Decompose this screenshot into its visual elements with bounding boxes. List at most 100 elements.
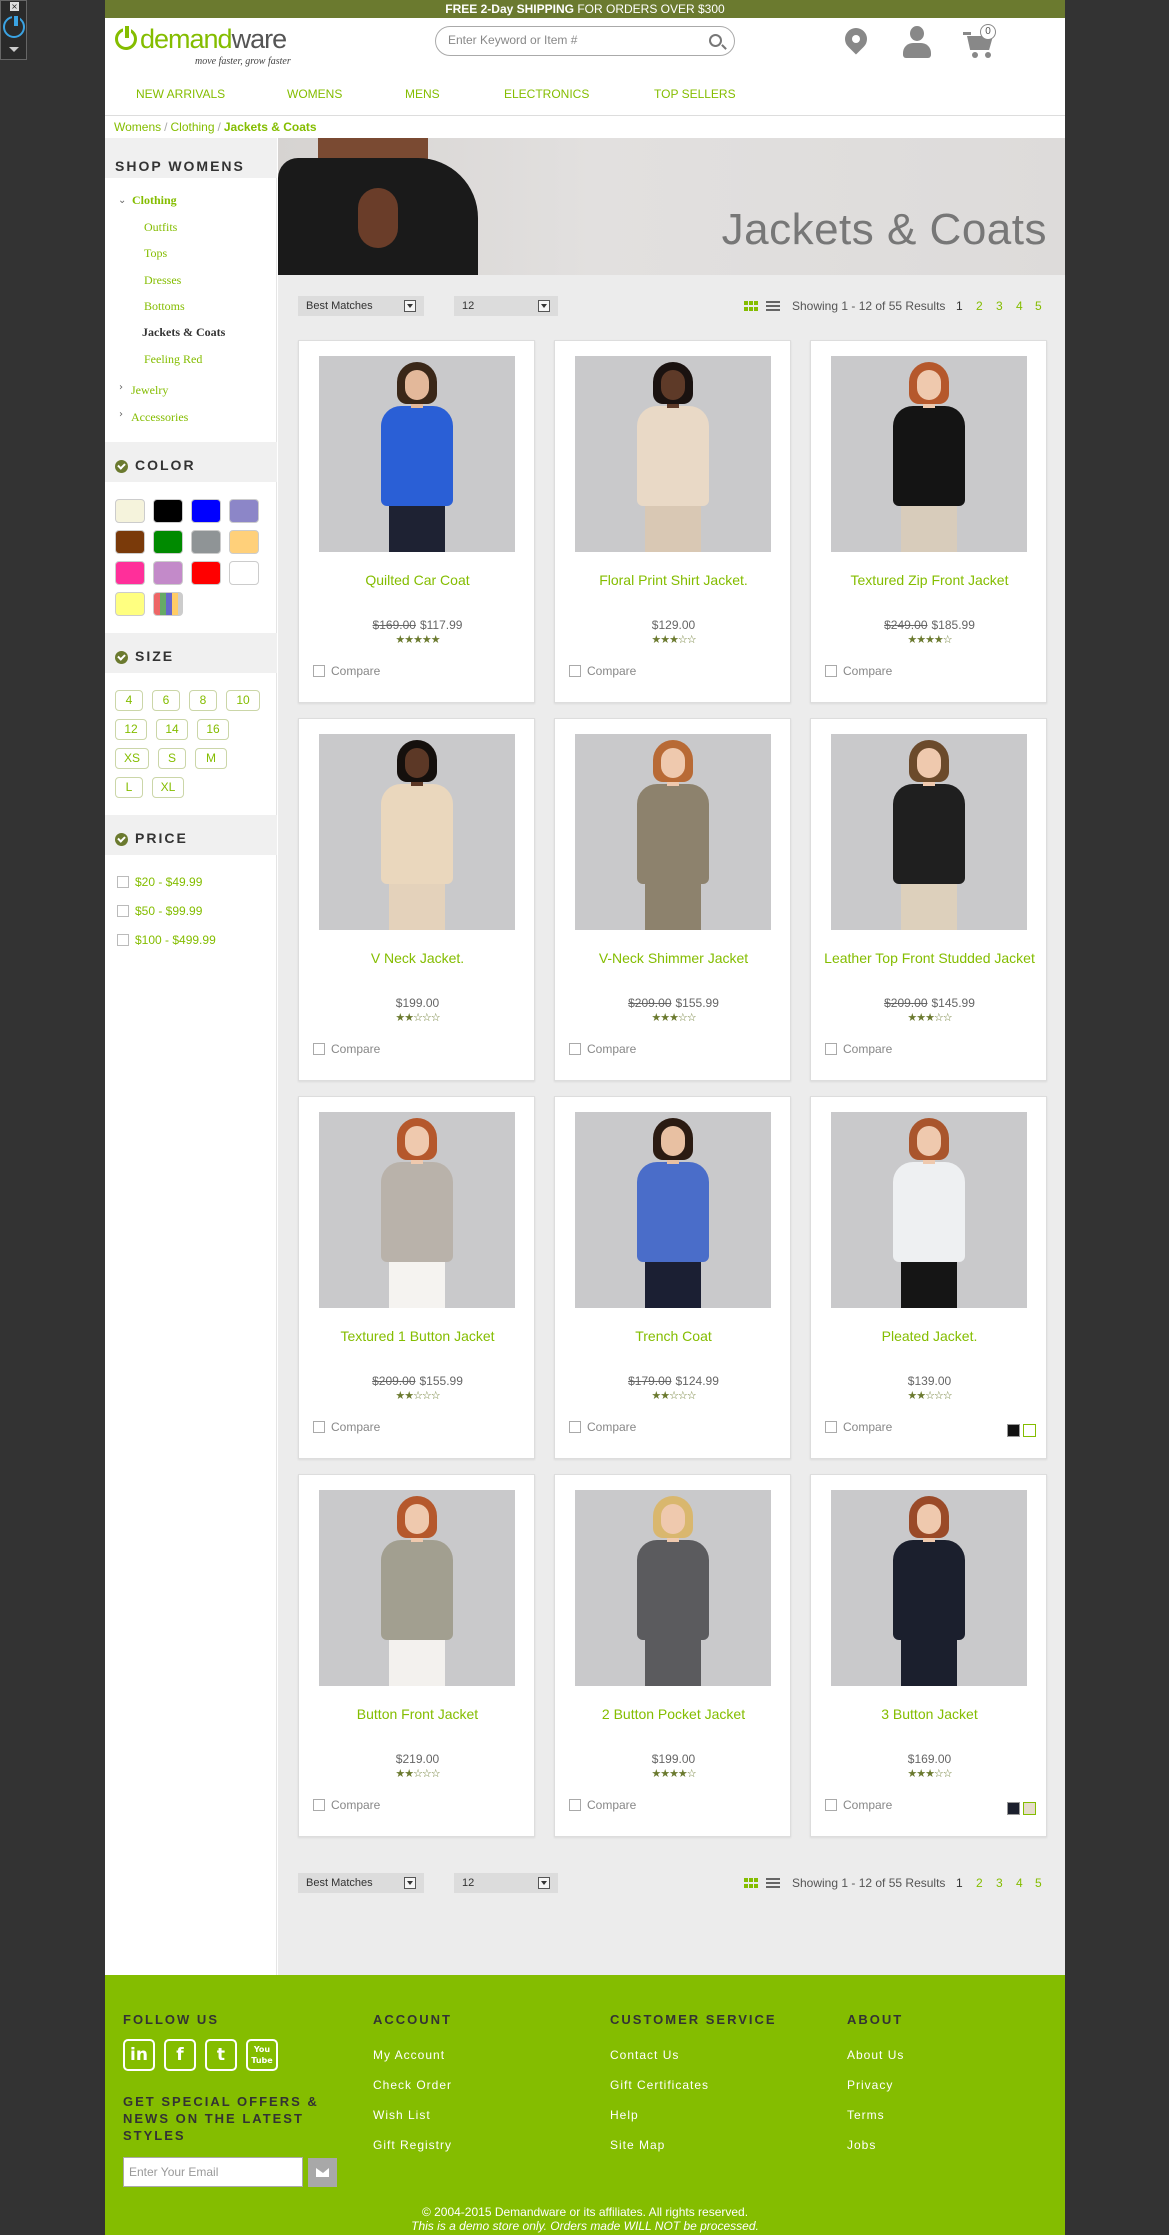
subcategory-outfits[interactable]: Outfits — [144, 220, 177, 235]
product-name[interactable]: Quilted Car Coat — [309, 571, 526, 589]
subcategory-tops[interactable]: Tops — [144, 246, 167, 261]
size-filter-header[interactable] — [105, 633, 277, 673]
product-name[interactable]: V-Neck Shimmer Jacket — [565, 949, 782, 967]
product-image[interactable] — [575, 734, 771, 930]
dropdown-arrow-icon[interactable] — [404, 1877, 416, 1889]
chevron-down-icon[interactable]: ⌄ — [118, 195, 126, 206]
product-image[interactable] — [575, 1490, 771, 1686]
product-image[interactable] — [831, 1112, 1027, 1308]
color-swatch[interactable] — [153, 561, 183, 585]
color-swatch[interactable] — [191, 561, 221, 585]
footer-link-help[interactable]: Help — [610, 2108, 639, 2122]
footer-link-gift-registry[interactable]: Gift Registry — [373, 2138, 452, 2152]
size-option[interactable]: 16 — [197, 719, 229, 740]
page-3[interactable]: 3 — [996, 1876, 1003, 1890]
nav-top-sellers[interactable]: TOP SELLERS — [654, 86, 736, 102]
category-clothing[interactable]: Clothing — [132, 193, 177, 208]
color-swatch[interactable] — [229, 561, 259, 585]
email-field[interactable] — [124, 2158, 294, 2186]
footer-link-check-order[interactable]: Check Order — [373, 2078, 452, 2092]
breadcrumb-clothing[interactable]: Clothing — [170, 120, 214, 134]
color-swatch[interactable] — [191, 530, 221, 554]
product-tile[interactable]: Trench Coat $179.00 $124.99 ★★☆☆☆ Compare — [554, 1096, 791, 1459]
color-swatch[interactable] — [115, 499, 145, 523]
youtube-icon[interactable]: You Tube — [246, 2039, 278, 2071]
size-option[interactable]: S — [158, 748, 186, 769]
product-name[interactable]: Textured Zip Front Jacket — [821, 571, 1038, 589]
category-jewelry[interactable]: Jewelry — [131, 383, 168, 398]
nav-electronics[interactable]: ELECTRONICS — [504, 86, 589, 102]
product-name[interactable]: V Neck Jacket. — [309, 949, 526, 967]
grid-view-icon[interactable] — [744, 301, 758, 311]
size-option[interactable]: L — [115, 777, 143, 798]
product-tile[interactable]: Pleated Jacket. $139.00 ★★☆☆☆ Compare — [810, 1096, 1047, 1459]
product-tile[interactable]: V-Neck Shimmer Jacket $209.00 $155.99 ★★★☆☆… — [554, 718, 791, 1081]
size-option[interactable]: 10 — [226, 690, 260, 711]
color-swatch[interactable] — [191, 499, 221, 523]
size-option[interactable]: 6 — [152, 690, 180, 711]
footer-link-jobs[interactable]: Jobs — [847, 2138, 876, 2152]
page-2[interactable]: 2 — [976, 1876, 983, 1890]
sort-select[interactable]: Best Matches — [298, 1873, 424, 1893]
color-swatch[interactable] — [115, 592, 145, 616]
page-size-select[interactable]: 12 — [454, 296, 558, 316]
list-view-icon[interactable] — [766, 301, 780, 311]
footer-link-privacy[interactable]: Privacy — [847, 2078, 893, 2092]
page-5[interactable]: 5 — [1035, 1876, 1042, 1890]
footer-link-gift-certificates[interactable]: Gift Certificates — [610, 2078, 709, 2092]
product-image[interactable] — [575, 1112, 771, 1308]
product-tile[interactable]: Leather Top Front Studded Jacket $209.00 $… — [810, 718, 1047, 1081]
page-4[interactable]: 4 — [1016, 1876, 1023, 1890]
logo[interactable]: demandware move faster, grow faster — [115, 24, 315, 84]
facebook-icon[interactable]: f — [164, 2039, 196, 2071]
page-2[interactable]: 2 — [976, 299, 983, 313]
product-image[interactable] — [575, 356, 771, 552]
product-tile[interactable]: Textured 1 Button Jacket $209.00 $155.99 ★★… — [298, 1096, 535, 1459]
product-image[interactable] — [831, 356, 1027, 552]
grid-view-icon[interactable] — [744, 1878, 758, 1888]
color-swatch[interactable] — [115, 530, 145, 554]
dropdown-arrow-icon[interactable] — [538, 300, 550, 312]
product-tile[interactable]: Button Front Jacket $219.00 ★★☆☆☆ Compare — [298, 1474, 535, 1837]
product-color-swatch[interactable] — [1023, 1424, 1036, 1437]
subcategory-jackets-coats[interactable]: Jackets & Coats — [142, 325, 225, 340]
product-color-swatch[interactable] — [1023, 1802, 1036, 1815]
power-icon[interactable] — [3, 14, 25, 38]
close-icon[interactable]: × — [10, 2, 19, 11]
product-tile[interactable]: 2 Button Pocket Jacket $199.00 ★★★★☆ Compar… — [554, 1474, 791, 1837]
search-input[interactable] — [448, 33, 698, 47]
size-option[interactable]: XS — [115, 748, 149, 769]
product-name[interactable]: Textured 1 Button Jacket — [309, 1327, 526, 1345]
dropdown-arrow-icon[interactable] — [538, 1877, 550, 1889]
nav-new-arrivals[interactable]: NEW ARRIVALS — [136, 86, 225, 102]
linkedin-icon[interactable]: in — [123, 2039, 155, 2071]
product-image[interactable] — [831, 1490, 1027, 1686]
product-tile[interactable]: Textured Zip Front Jacket $249.00 $185.99 ★… — [810, 340, 1047, 703]
product-name[interactable]: 2 Button Pocket Jacket — [565, 1705, 782, 1723]
page-4[interactable]: 4 — [1016, 299, 1023, 313]
product-color-swatch[interactable] — [1007, 1424, 1020, 1437]
product-name[interactable]: Floral Print Shirt Jacket. — [565, 571, 782, 589]
color-swatch[interactable] — [153, 592, 183, 616]
email-signup[interactable] — [123, 2157, 303, 2187]
subcategory-dresses[interactable]: Dresses — [144, 273, 181, 288]
product-image[interactable] — [831, 734, 1027, 930]
size-option[interactable]: 4 — [115, 690, 143, 711]
dropdown-arrow-icon[interactable] — [404, 300, 416, 312]
size-option[interactable]: 12 — [115, 719, 147, 740]
product-tile[interactable]: Floral Print Shirt Jacket. $129.00 ★★★☆☆ Co… — [554, 340, 791, 703]
product-image[interactable] — [319, 1112, 515, 1308]
system-widget[interactable]: × — [0, 0, 27, 60]
collapse-check-icon[interactable] — [115, 651, 128, 664]
price-filter-header[interactable] — [105, 815, 277, 855]
product-tile[interactable]: Quilted Car Coat $169.00 $117.99 ★★★★★ Compa… — [298, 340, 535, 703]
product-tile[interactable]: 3 Button Jacket $169.00 ★★★☆☆ Compare — [810, 1474, 1047, 1837]
page-size-select[interactable]: 12 — [454, 1873, 558, 1893]
footer-link-terms[interactable]: Terms — [847, 2108, 885, 2122]
twitter-icon[interactable]: t — [205, 2039, 237, 2071]
page-5[interactable]: 5 — [1035, 299, 1042, 313]
cart-icon[interactable]: 0 — [963, 24, 1003, 60]
footer-link-wish-list[interactable]: Wish List — [373, 2108, 431, 2122]
collapse-check-icon[interactable] — [115, 460, 128, 473]
color-swatch[interactable] — [229, 530, 259, 554]
